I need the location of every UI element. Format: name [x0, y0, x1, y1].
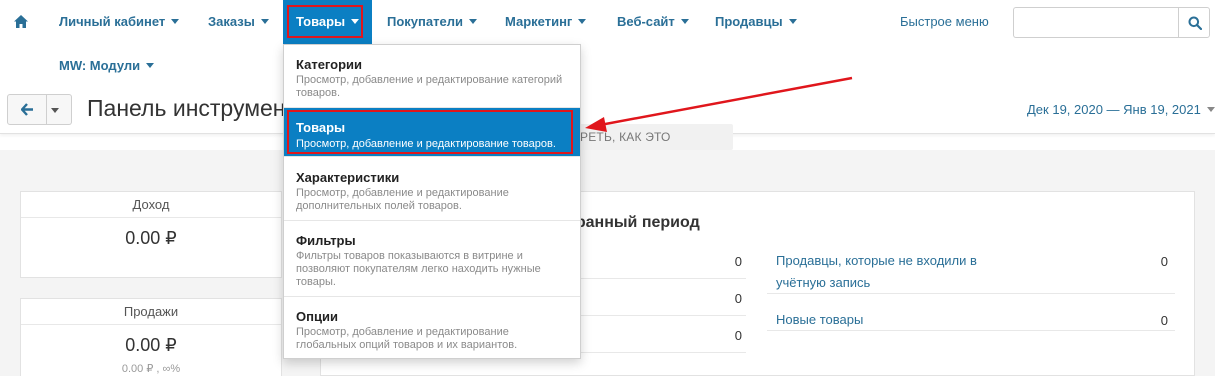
chevron-down-icon — [788, 19, 797, 25]
menu-item-title: Характеристики — [296, 170, 400, 185]
menu-item-title: Фильтры — [296, 233, 356, 248]
back-dropdown-button[interactable] — [47, 94, 72, 125]
menu-item-categories[interactable]: Категории Просмотр, добавление и редакти… — [284, 45, 580, 108]
summary-row: 0 — [576, 280, 746, 316]
menu-item-title: Категории — [296, 57, 363, 72]
summary-value: 0 — [734, 328, 742, 343]
chevron-down-icon — [146, 63, 155, 69]
menu-item-description: Просмотр, добавление и редактирование гл… — [296, 326, 518, 351]
nav-item-label: Личный кабинет — [59, 14, 166, 29]
nav-item-label: Продавцы — [715, 14, 783, 29]
menu-item-features[interactable]: Характеристики Просмотр, добавление и ре… — [284, 157, 580, 221]
menu-item-description: Фильтры товаров показываются в витрине и… — [296, 250, 541, 288]
nav-item-orders[interactable]: Заказы — [208, 0, 269, 44]
summary-value: 0 — [734, 254, 742, 269]
highlight-frame-menu-item — [287, 110, 573, 154]
search-input[interactable] — [1013, 7, 1178, 38]
nav-item-label: Заказы — [208, 14, 255, 29]
chevron-down-icon — [51, 108, 59, 113]
nav-item-vendors[interactable]: Продавцы — [715, 0, 797, 44]
page-title: Панель инструментов — [87, 95, 283, 121]
nav-item-label: Покупатели — [387, 14, 463, 29]
quick-menu-link[interactable]: Быстрое меню — [900, 0, 989, 44]
chevron-down-icon — [171, 19, 180, 25]
summary-row: 0 — [576, 243, 746, 279]
stat-card-sales: Продажи 0.00 ₽ 0.00 ₽ , ∞% — [20, 298, 282, 376]
summary-value: 0 — [1160, 254, 1168, 269]
menu-item-filters[interactable]: Фильтры Фильтры товаров показываются в в… — [284, 221, 580, 297]
menu-item-title: Опции — [296, 309, 338, 324]
stat-subvalue: 0.00 ₽ , ∞% — [121, 363, 181, 375]
menu-item-description: Просмотр, добавление и редактирование до… — [296, 187, 509, 212]
stat-value: 0.00 ₽ — [125, 228, 177, 248]
arrow-left-icon — [21, 103, 33, 116]
menu-item-description: Просмотр, добавление и редактирование ка… — [296, 74, 563, 99]
search-button[interactable] — [1178, 7, 1210, 38]
nav-item-label: Веб-сайт — [617, 14, 675, 29]
nav-item-label: MW: Модули — [59, 58, 141, 73]
chevron-down-icon — [680, 19, 689, 25]
chevron-down-icon — [260, 19, 269, 25]
nav-item-website[interactable]: Веб-сайт — [617, 0, 689, 44]
nav-item-account[interactable]: Личный кабинет — [59, 0, 180, 44]
search-icon — [1188, 16, 1202, 30]
new-products-link[interactable]: Новые товары — [776, 309, 863, 331]
products-dropdown-menu: Категории Просмотр, добавление и редакти… — [283, 44, 581, 359]
summary-value: 0 — [1160, 313, 1168, 328]
how-it-works-button[interactable]: РЕТЬ, КАК ЭТО РАБОТАЕТ — [560, 124, 733, 170]
chevron-down-icon — [1206, 107, 1215, 113]
chevron-down-icon — [468, 19, 477, 25]
date-range-picker[interactable]: Дек 19, 2020 — Янв 19, 2021 — [1027, 102, 1215, 117]
stat-value: 0.00 ₽ — [125, 335, 177, 355]
chevron-down-icon — [578, 19, 587, 25]
top-navigation: Личный кабинет Заказы Товары Покупатели … — [0, 0, 1215, 90]
nav-item-mw-modules[interactable]: MW: Модули — [59, 44, 155, 88]
home-icon[interactable] — [14, 15, 28, 28]
menu-item-options[interactable]: Опции Просмотр, добавление и редактирова… — [284, 297, 580, 359]
stat-label: Продажи — [21, 299, 281, 325]
nav-item-marketing[interactable]: Маркетинг — [505, 0, 587, 44]
nav-item-label: Маркетинг — [505, 14, 573, 29]
vendors-not-logged-in-link[interactable]: Продавцы, которые не входили в учётную з… — [776, 250, 1006, 294]
date-range-label: Дек 19, 2020 — Янв 19, 2021 — [1027, 102, 1201, 117]
stat-label: Доход — [21, 192, 281, 218]
stat-card-income: Доход 0.00 ₽ — [20, 191, 282, 278]
nav-item-customers[interactable]: Покупатели — [387, 0, 477, 44]
back-button[interactable] — [7, 94, 47, 125]
highlight-frame-nav — [287, 5, 363, 38]
summary-row: 0 — [576, 317, 746, 353]
panel-title: бранный период — [566, 214, 700, 231]
summary-value: 0 — [734, 291, 742, 306]
summary-row: Новые товары 0 — [767, 295, 1175, 331]
summary-row: Продавцы, которые не входили в учётную з… — [767, 243, 1175, 294]
